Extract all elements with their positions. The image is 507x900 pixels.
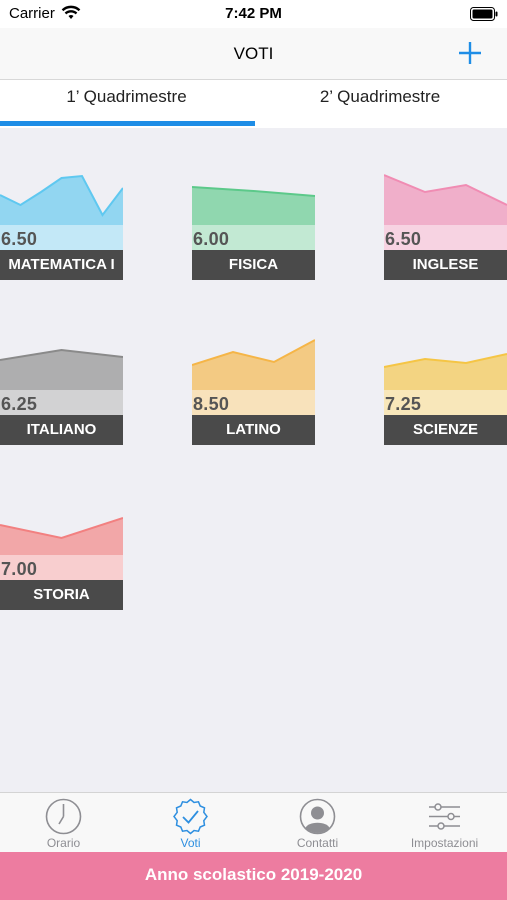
subject-name: FISICA	[192, 250, 315, 280]
subject-name: INGLESE	[384, 250, 507, 280]
status-bar: Carrier 7:42 PM	[0, 0, 507, 28]
contact-icon	[299, 798, 336, 835]
page-title: VOTI	[233, 44, 274, 63]
tab-contatti-label: Contatti	[296, 836, 339, 850]
subject-name: LATINO	[192, 415, 315, 445]
grade-average: 6.00	[193, 229, 230, 249]
grade-average: 6.50	[1, 229, 38, 249]
subject-card[interactable]: 7.25 SCIENZE	[384, 315, 507, 445]
sliders-icon	[429, 803, 460, 830]
check-badge-icon	[173, 798, 208, 835]
school-year-banner: Anno scolastico 2019-2020	[0, 852, 507, 900]
tab-voti-label: Voti	[180, 836, 201, 850]
subject-card[interactable]: 8.50 LATINO	[192, 315, 315, 445]
subject-card[interactable]: 6.00 FISICA	[192, 150, 315, 280]
subject-name: SCIENZE	[384, 415, 507, 445]
bottom-tab-bar: Orario Voti Contatti Impostazioni	[0, 792, 507, 852]
battery-icon	[470, 7, 498, 21]
clock-icon	[45, 798, 82, 835]
tab-selection-indicator	[0, 121, 255, 126]
subject-name: MATEMATICA I	[0, 250, 123, 280]
grade-average: 8.50	[193, 394, 230, 414]
tab-orario-label: Orario	[46, 836, 81, 850]
tab-orario[interactable]: Orario	[0, 793, 127, 853]
subject-card[interactable]: 6.25 ITALIANO	[0, 315, 123, 445]
grade-average: 7.25	[385, 394, 422, 414]
tab-impostazioni[interactable]: Impostazioni	[381, 793, 507, 853]
tab-second-quadrimestre[interactable]: 2’ Quadrimestre	[253, 80, 507, 128]
status-time: 7:42 PM	[225, 5, 282, 22]
subject-card[interactable]: 6.50 INGLESE	[384, 150, 507, 280]
grade-average: 7.00	[1, 559, 38, 579]
tab-contatti[interactable]: Contatti	[254, 793, 381, 853]
tab-impostazioni-label: Impostazioni	[410, 836, 479, 850]
subject-card[interactable]: 6.50 MATEMATICA I	[0, 150, 123, 280]
subject-name: ITALIANO	[0, 415, 123, 445]
grade-average: 6.50	[385, 229, 422, 249]
subject-name: STORIA	[0, 580, 123, 610]
plus-icon[interactable]	[457, 40, 483, 66]
subject-card[interactable]: 7.00 STORIA	[0, 480, 123, 610]
grade-average: 6.25	[1, 394, 38, 414]
tab-voti[interactable]: Voti	[127, 793, 254, 853]
navigation-bar: VOTI	[0, 28, 507, 80]
